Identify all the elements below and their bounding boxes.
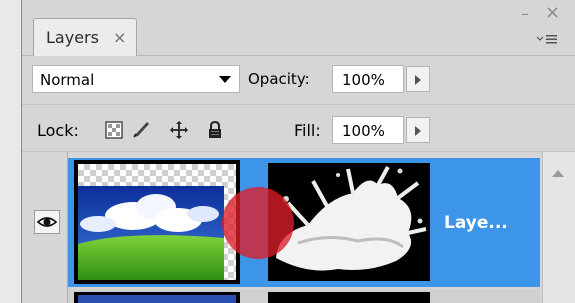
panel-menu-icon[interactable] xyxy=(536,33,558,49)
layer-mask-thumbnail[interactable] xyxy=(268,292,430,303)
opacity-input[interactable]: 100% xyxy=(332,65,404,93)
lock-position-icon[interactable] xyxy=(170,121,188,139)
layer-thumbnail[interactable] xyxy=(78,164,236,280)
lock-label: Lock: xyxy=(37,121,79,140)
minimize-button[interactable]: – xyxy=(521,4,529,23)
fill-input[interactable]: 100% xyxy=(332,116,404,144)
opacity-value: 100% xyxy=(342,71,385,89)
panel-left-edge xyxy=(0,0,22,303)
layer-name[interactable]: Laye... xyxy=(444,213,508,233)
chevron-down-icon xyxy=(219,76,231,83)
tab-layers[interactable]: Layers × xyxy=(33,18,137,56)
layer-thumbnail[interactable] xyxy=(74,292,240,303)
eye-icon xyxy=(36,217,58,227)
lock-transparent-pixels-icon[interactable] xyxy=(105,121,123,139)
scroll-up-icon[interactable] xyxy=(552,170,564,177)
tab-close-icon[interactable]: × xyxy=(113,28,126,47)
cursor-marker xyxy=(222,187,294,259)
fill-slider-button[interactable] xyxy=(406,117,430,143)
blend-mode-select[interactable]: Normal xyxy=(32,65,240,93)
tab-layers-label: Layers xyxy=(46,28,99,47)
fill-value: 100% xyxy=(342,122,385,140)
lock-image-pixels-icon[interactable] xyxy=(132,121,150,139)
close-panel-button[interactable]: × xyxy=(545,2,560,23)
blend-mode-value: Normal xyxy=(40,71,95,89)
opacity-slider-button[interactable] xyxy=(406,66,430,92)
opacity-label: Opacity: xyxy=(248,70,310,88)
visibility-toggle[interactable] xyxy=(34,210,60,234)
divider xyxy=(22,104,575,105)
lock-all-icon[interactable] xyxy=(206,120,224,139)
fill-label: Fill: xyxy=(294,121,321,140)
